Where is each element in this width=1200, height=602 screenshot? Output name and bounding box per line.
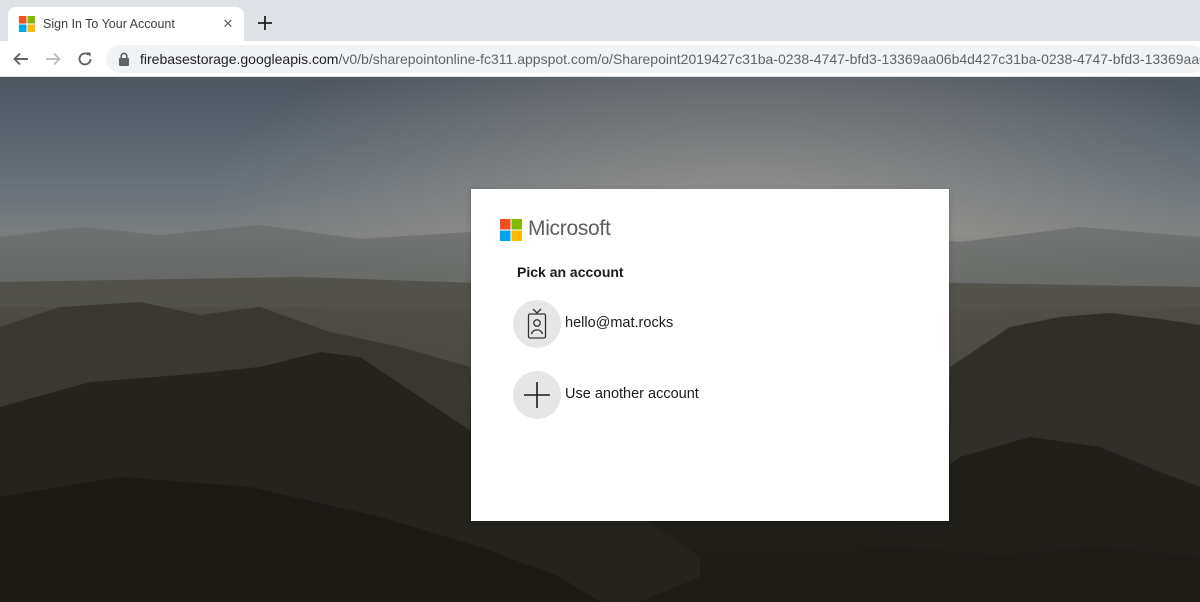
user-badge-icon <box>527 308 547 339</box>
account-email: hello@mat.rocks <box>565 315 674 331</box>
microsoft-favicon-icon <box>19 16 35 32</box>
tab-strip: Sign In To Your Account ✕ <box>0 0 1200 41</box>
use-another-account-label: Use another account <box>565 386 699 402</box>
page-background: Microsoft Pick an account hello@mat.rock… <box>0 77 1200 602</box>
sign-in-card: Microsoft Pick an account hello@mat.rock… <box>471 189 949 521</box>
account-option-existing[interactable]: hello@mat.rocks <box>513 300 913 352</box>
browser-tab[interactable]: Sign In To Your Account ✕ <box>8 7 244 41</box>
add-account-avatar <box>513 371 561 419</box>
url-text: firebasestorage.googleapis.com/v0/b/shar… <box>140 51 1200 67</box>
account-avatar <box>513 300 561 348</box>
forward-button[interactable] <box>41 47 65 71</box>
new-tab-plus-icon[interactable] <box>255 13 275 33</box>
reload-button[interactable] <box>73 47 97 71</box>
microsoft-wordmark: Microsoft <box>528 217 611 240</box>
address-bar[interactable]: firebasestorage.googleapis.com/v0/b/shar… <box>106 45 1200 73</box>
reload-icon <box>78 52 92 66</box>
microsoft-logo-icon <box>500 219 522 241</box>
pick-account-heading: Pick an account <box>517 264 624 280</box>
url-path: /v0/b/sharepointonline-fc311.appspot.com… <box>338 51 1200 67</box>
use-another-account-option[interactable]: Use another account <box>513 371 913 423</box>
lock-icon <box>119 52 129 66</box>
back-arrow-icon <box>13 52 28 66</box>
tab-close-icon[interactable]: ✕ <box>220 16 236 32</box>
back-button[interactable] <box>9 47 33 71</box>
tab-title: Sign In To Your Account <box>43 17 175 31</box>
url-host: firebasestorage.googleapis.com <box>140 51 339 67</box>
plus-icon <box>524 382 550 408</box>
forward-arrow-icon <box>46 52 61 66</box>
browser-toolbar: firebasestorage.googleapis.com/v0/b/shar… <box>0 41 1200 77</box>
